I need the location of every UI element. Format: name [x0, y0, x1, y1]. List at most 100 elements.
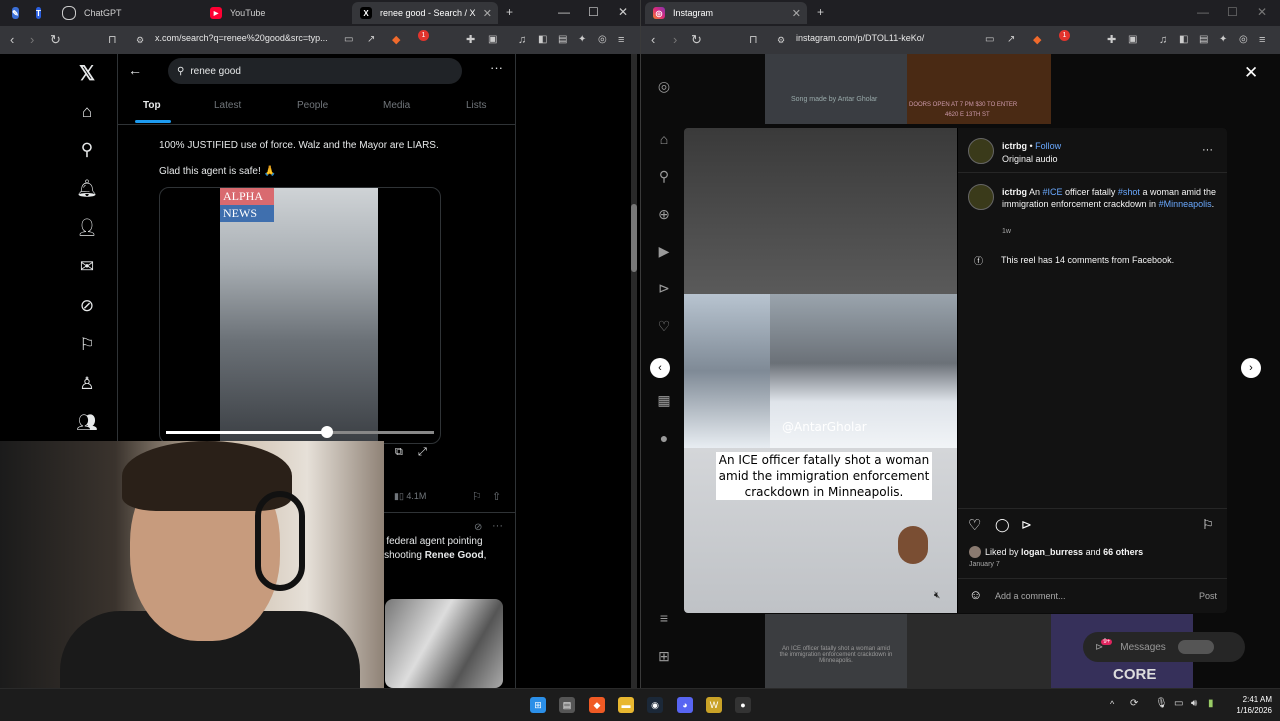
network-icon[interactable]: ▭	[1174, 698, 1183, 709]
scrollbar-thumb[interactable]	[631, 204, 637, 272]
brave-shield-icon[interactable]: ◆	[1033, 32, 1041, 48]
views-count[interactable]: ▮▯ 4.1M	[394, 491, 426, 502]
tab-manager-icon[interactable]: ▣	[1128, 32, 1137, 48]
back-arrow-icon[interactable]: ←	[128, 62, 142, 78]
instagram-logo-icon[interactable]: ◎	[655, 77, 673, 95]
explore-icon[interactable]: ⚲	[76, 139, 98, 161]
x-logo-icon[interactable]: 𝕏	[76, 62, 98, 85]
rewards-badge[interactable]: 1	[1059, 30, 1070, 41]
bookmark-icon[interactable]: ⊓	[108, 32, 117, 48]
minimize-icon[interactable]: —	[1197, 5, 1209, 19]
tab-chatgpt[interactable]: ChatGPT	[54, 2, 200, 24]
volume-icon[interactable]: 🔊︎	[1191, 698, 1197, 709]
apps-icon[interactable]: ⊞	[655, 647, 673, 665]
home-icon[interactable]: ⌂	[76, 101, 98, 123]
seek-handle[interactable]	[320, 426, 333, 438]
vpn-icon[interactable]: ◎	[1239, 32, 1248, 48]
bookmark-tweet-icon[interactable]: ⚐	[472, 490, 482, 503]
back-icon[interactable]: ‹	[651, 32, 655, 48]
tray-chevron-icon[interactable]: ^	[1110, 699, 1114, 709]
avatar[interactable]	[968, 184, 994, 210]
post-options-icon[interactable]: ···	[1202, 144, 1213, 156]
close-tab-icon[interactable]: ✕	[792, 7, 801, 20]
avatar[interactable]	[968, 138, 994, 164]
video-seek-bar[interactable]	[166, 426, 434, 438]
start-icon[interactable]: ⊞	[530, 697, 546, 713]
forward-icon[interactable]: ›	[30, 32, 34, 48]
home-icon[interactable]: ⌂	[655, 130, 673, 148]
liker-username[interactable]: logan_burress	[1021, 547, 1083, 557]
media-icon[interactable]: ♫	[1159, 32, 1167, 48]
next-tweet-media[interactable]	[385, 599, 503, 688]
communities-icon[interactable]: 👥︎	[76, 412, 98, 434]
messages-pill[interactable]: ⊳ 9+ Messages	[1083, 632, 1245, 662]
close-post-icon[interactable]: ✕	[1244, 63, 1258, 83]
messages-icon[interactable]: ✉	[76, 256, 98, 278]
site-info-icon[interactable]: ⚙	[777, 32, 785, 48]
system-clock[interactable]: 2:41 AM 1/16/2026	[1236, 694, 1272, 716]
tab-youtube[interactable]: ▶ YouTube	[202, 2, 348, 24]
reload-icon[interactable]: ↻	[50, 32, 61, 48]
mute-icon[interactable]: 🔇︎	[934, 590, 940, 601]
sidebar-icon[interactable]: ◧	[1179, 32, 1188, 48]
leo-icon[interactable]: ✦	[578, 32, 586, 48]
brave-icon[interactable]: ◆	[589, 697, 605, 713]
site-info-icon[interactable]: ⚙	[136, 32, 144, 48]
caption-username[interactable]: ictrbg	[1002, 187, 1027, 197]
tab-manager-icon[interactable]: ▣	[488, 32, 497, 48]
sidebar-icon[interactable]: ◧	[538, 32, 547, 48]
tab-lists[interactable]: Lists	[466, 100, 487, 111]
scrollbar[interactable]	[631, 54, 637, 688]
explore-icon[interactable]: ⊕	[655, 205, 673, 223]
brave-shield-icon[interactable]: ◆	[392, 32, 400, 48]
search-icon[interactable]: ⚲	[655, 167, 673, 185]
reels-icon[interactable]: ▶	[655, 242, 673, 260]
share-tweet-icon[interactable]: ⇧	[492, 490, 501, 503]
obs-icon[interactable]: ●	[735, 697, 751, 713]
maximize-icon[interactable]: ☐	[1227, 5, 1238, 19]
fullscreen-icon[interactable]: ⤢	[418, 446, 427, 459]
grok-tweet-icon[interactable]: ⊘	[474, 522, 482, 533]
notifications-icon[interactable]: ♡	[655, 317, 673, 335]
username[interactable]: ictrbg	[1002, 141, 1027, 151]
hashtag-link[interactable]: #Minneapolis	[1159, 199, 1212, 209]
battery-icon[interactable]: ▮	[1208, 698, 1214, 709]
maximize-icon[interactable]: ☐	[588, 5, 599, 19]
comment-icon[interactable]: ◯	[995, 517, 1010, 533]
tab-x-search[interactable]: Xrenee good - Search / X ✕	[352, 2, 498, 24]
media-icon[interactable]: ♫	[518, 32, 526, 48]
microphone-icon[interactable]: 🎙︎	[1155, 698, 1168, 709]
video-player[interactable]: ALPHA NEWS	[159, 187, 441, 444]
menu-icon[interactable]: ≡	[618, 32, 624, 48]
back-icon[interactable]: ‹	[10, 32, 14, 48]
tab-instagram[interactable]: ◎ Instagram ✕	[645, 2, 807, 24]
emoji-icon[interactable]: ☺	[969, 587, 982, 602]
save-icon[interactable]: ⚐	[1202, 517, 1214, 533]
messages-icon[interactable]: ⊳	[655, 279, 673, 297]
comment-input[interactable]: Add a comment...	[995, 591, 1066, 601]
share-icon[interactable]: ↗	[367, 32, 375, 48]
search-input[interactable]: ⚲ renee good	[168, 58, 462, 84]
tab-top[interactable]: Top	[143, 100, 161, 111]
hashtag-link[interactable]: #shot	[1118, 187, 1140, 197]
tab-pinned-2[interactable]: T	[28, 2, 52, 24]
like-icon[interactable]: ♡	[968, 516, 981, 534]
reload-icon[interactable]: ↻	[691, 32, 702, 48]
audio-label[interactable]: Original audio	[1002, 154, 1058, 164]
tab-media[interactable]: Media	[383, 100, 410, 111]
close-tab-icon[interactable]: ✕	[483, 7, 492, 20]
address-bar[interactable]: x.com/search?q=renee%20good&src=typ...	[155, 33, 328, 43]
follow-button[interactable]: Follow	[1035, 141, 1061, 151]
profile-icon[interactable]: ●	[655, 429, 673, 447]
hashtag-link[interactable]: #ICE	[1043, 187, 1063, 197]
file-explorer-icon[interactable]: ▬	[618, 697, 634, 713]
forward-icon[interactable]: ›	[673, 32, 677, 48]
likes-others-link[interactable]: 66 others	[1103, 547, 1143, 557]
new-tab-icon[interactable]: +	[817, 5, 824, 19]
tweet-more-icon[interactable]: ···	[492, 520, 503, 532]
tab-latest[interactable]: Latest	[214, 100, 241, 111]
pip-icon[interactable]: ⧉	[395, 446, 403, 459]
tab-people[interactable]: People	[297, 100, 328, 111]
previous-post-icon[interactable]: ‹	[650, 358, 670, 378]
liker-avatar[interactable]	[969, 546, 981, 558]
